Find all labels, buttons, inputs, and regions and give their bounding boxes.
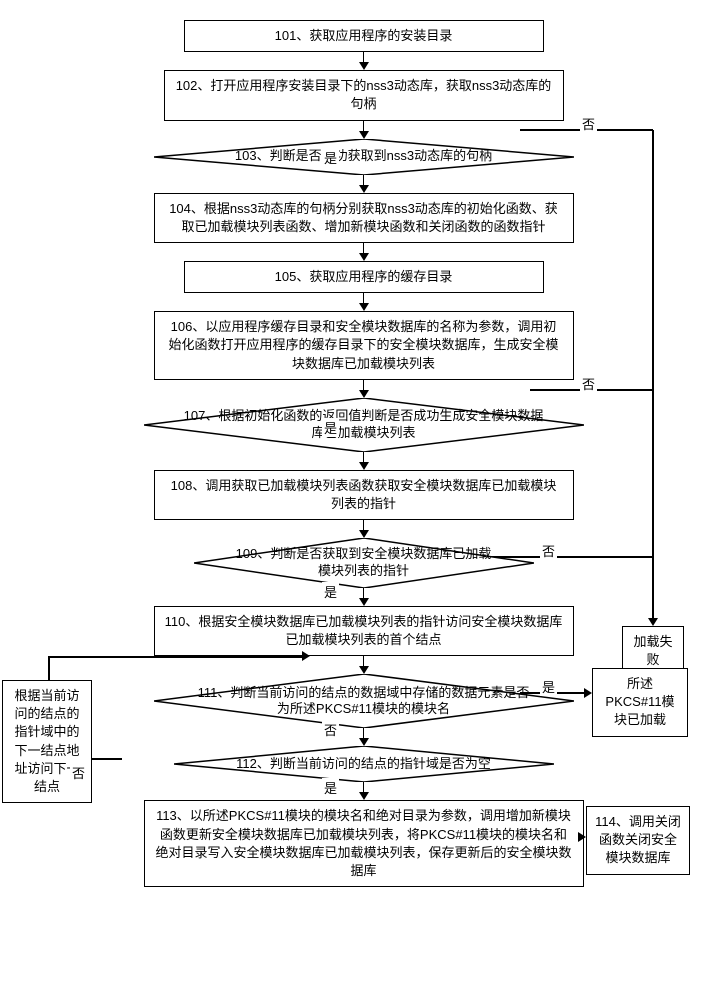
- step-101-text: 101、获取应用程序的安装目录: [275, 28, 453, 43]
- step-105-text: 105、获取应用程序的缓存目录: [275, 269, 453, 284]
- decision-109-text: 109、判断是否获取到安全模块数据库已加载模块列表的指针: [194, 546, 534, 580]
- decision-111: 111、判断当前访问的结点的数据域中存储的数据元素是否为所述PKCS#11模块的…: [154, 674, 574, 728]
- decision-112-text: 112、判断当前访问的结点的指针域是否为空: [196, 756, 531, 773]
- yes-label-107: 是: [322, 418, 339, 437]
- step-108: 108、调用获取已加载模块列表函数获取安全模块数据库已加载模块列表的指针: [154, 470, 574, 520]
- step-104-text: 104、根据nss3动态库的句柄分别获取nss3动态库的初始化函数、获取已加载模…: [169, 201, 558, 234]
- no-label-109: 否: [540, 541, 557, 560]
- decision-112: 112、判断当前访问的结点的指针域是否为空: [174, 746, 554, 782]
- step-106-text: 106、以应用程序缓存目录和安全模块数据库的名称为参数，调用初始化函数打开应用程…: [168, 319, 558, 370]
- no-label-103: 否: [580, 114, 597, 133]
- step-102-text: 102、打开应用程序安装目录下的nss3动态库，获取nss3动态库的句柄: [176, 78, 552, 111]
- yes-label-103: 是: [322, 148, 339, 167]
- no-label-107: 否: [580, 374, 597, 393]
- pkcs11-loaded-text: 所述PKCS#11模块已加载: [605, 676, 674, 727]
- step-113: 113、以所述PKCS#11模块的模块名和绝对目录为参数，调用增加新模块函数更新…: [144, 800, 584, 887]
- decision-111-text: 111、判断当前访问的结点的数据域中存储的数据元素是否为所述PKCS#11模块的…: [154, 685, 574, 719]
- decision-107-text: 107、根据初始化函数的返回值判断是否成功生成安全模块数据库已加载模块列表: [144, 408, 584, 442]
- decision-103-text: 103、判断是否成功获取到nss3动态库的句柄: [195, 148, 532, 165]
- step-114-text: 114、调用关闭函数关闭安全模块数据库: [595, 814, 681, 865]
- decision-103: 103、判断是否成功获取到nss3动态库的句柄: [154, 139, 574, 175]
- step-108-text: 108、调用获取已加载模块列表函数获取安全模块数据库已加载模块列表的指针: [171, 478, 557, 511]
- pkcs11-loaded-box: 所述PKCS#11模块已加载: [592, 668, 688, 737]
- step-114: 114、调用关闭函数关闭安全模块数据库: [586, 806, 690, 875]
- step-106: 106、以应用程序缓存目录和安全模块数据库的名称为参数，调用初始化函数打开应用程…: [154, 311, 574, 380]
- no-label-112: 否: [70, 763, 87, 782]
- no-label-111: 否: [322, 720, 339, 739]
- next-node-box: 根据当前访问的结点的指针域中的下一结点地址访问下一结点: [2, 680, 92, 803]
- step-104: 104、根据nss3动态库的句柄分别获取nss3动态库的初始化函数、获取已加载模…: [154, 193, 574, 243]
- decision-107: 107、根据初始化函数的返回值判断是否成功生成安全模块数据库已加载模块列表: [144, 398, 584, 452]
- step-102: 102、打开应用程序安装目录下的nss3动态库，获取nss3动态库的句柄: [164, 70, 564, 120]
- yes-label-112: 是: [322, 778, 339, 797]
- yes-label-109: 是: [322, 582, 339, 601]
- step-113-text: 113、以所述PKCS#11模块的模块名和绝对目录为参数，调用增加新模块函数更新…: [155, 808, 571, 878]
- decision-109: 109、判断是否获取到安全模块数据库已加载模块列表的指针: [194, 538, 534, 588]
- step-110-text: 110、根据安全模块数据库已加载模块列表的指针访问安全模块数据库已加载模块列表的…: [165, 614, 563, 647]
- step-101: 101、获取应用程序的安装目录: [184, 20, 544, 52]
- yes-label-111: 是: [540, 677, 557, 696]
- load-fail-text: 加载失败: [633, 634, 672, 667]
- step-105: 105、获取应用程序的缓存目录: [184, 261, 544, 293]
- step-110: 110、根据安全模块数据库已加载模块列表的指针访问安全模块数据库已加载模块列表的…: [154, 606, 574, 656]
